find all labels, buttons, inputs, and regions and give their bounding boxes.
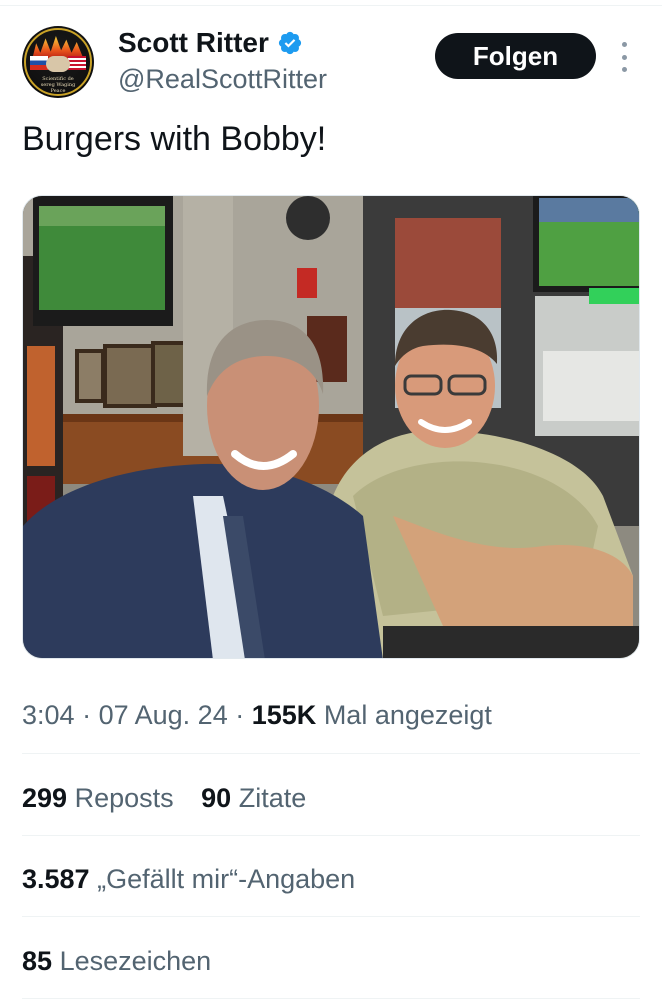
author-handle[interactable]: @RealScottRitter bbox=[118, 61, 327, 97]
avatar[interactable]: Scientific de sereg Waging Peace bbox=[22, 26, 94, 98]
quotes-count: 90 bbox=[201, 783, 232, 813]
tweet-date[interactable]: 07 Aug. 24 bbox=[99, 700, 228, 730]
divider bbox=[22, 835, 640, 836]
follow-button[interactable]: Folgen bbox=[435, 33, 596, 79]
avatar-caption: Scientific de sereg Waging Peace bbox=[40, 76, 76, 94]
quotes-label: Zitate bbox=[238, 783, 307, 813]
stats-row-reposts: 299 Reposts 90 Zitate bbox=[22, 780, 326, 816]
reposts-count: 299 bbox=[22, 783, 68, 813]
avatar-handshake bbox=[46, 56, 70, 72]
bookmarks-count: 85 bbox=[22, 946, 53, 976]
meta-separator: · bbox=[82, 700, 92, 730]
bookmarks-label: Lesezeichen bbox=[59, 946, 212, 976]
tweet-header: Scientific de sereg Waging Peace Scott R… bbox=[22, 26, 640, 98]
meta-separator: · bbox=[235, 700, 245, 730]
top-divider bbox=[0, 5, 662, 6]
tweet-text: Burgers with Bobby! bbox=[22, 120, 327, 158]
views-count: 155K bbox=[251, 700, 317, 730]
reposts-stat[interactable]: 299 Reposts bbox=[22, 780, 174, 816]
tweet-meta: 3:04 · 07 Aug. 24 · 155K Mal angezeigt bbox=[22, 697, 492, 733]
verified-badge-icon[interactable] bbox=[277, 30, 303, 56]
more-vertical-icon[interactable] bbox=[618, 42, 630, 72]
divider bbox=[22, 753, 640, 754]
tweet-photo-illustration bbox=[23, 196, 639, 658]
likes-label: „Gefällt mir“-Angaben bbox=[97, 864, 356, 894]
views-label: Mal angezeigt bbox=[323, 700, 492, 730]
likes-count: 3.587 bbox=[22, 864, 90, 894]
stats-row-bookmarks: 85 Lesezeichen bbox=[22, 943, 231, 979]
display-name-row[interactable]: Scott Ritter bbox=[118, 26, 303, 60]
divider bbox=[22, 916, 640, 917]
avatar-flag-usa bbox=[68, 56, 86, 70]
divider bbox=[22, 998, 640, 999]
bookmarks-stat[interactable]: 85 Lesezeichen bbox=[22, 943, 211, 979]
likes-stat[interactable]: 3.587 „Gefällt mir“-Angaben bbox=[22, 861, 355, 897]
quotes-stat[interactable]: 90 Zitate bbox=[201, 780, 306, 816]
tweet-photo[interactable] bbox=[22, 195, 640, 659]
tweet-time[interactable]: 3:04 bbox=[22, 700, 75, 730]
author-block: Scott Ritter @RealScottRitter bbox=[118, 26, 327, 97]
display-name[interactable]: Scott Ritter bbox=[118, 26, 269, 60]
stats-row-likes: 3.587 „Gefällt mir“-Angaben bbox=[22, 861, 375, 897]
reposts-label: Reposts bbox=[74, 783, 174, 813]
